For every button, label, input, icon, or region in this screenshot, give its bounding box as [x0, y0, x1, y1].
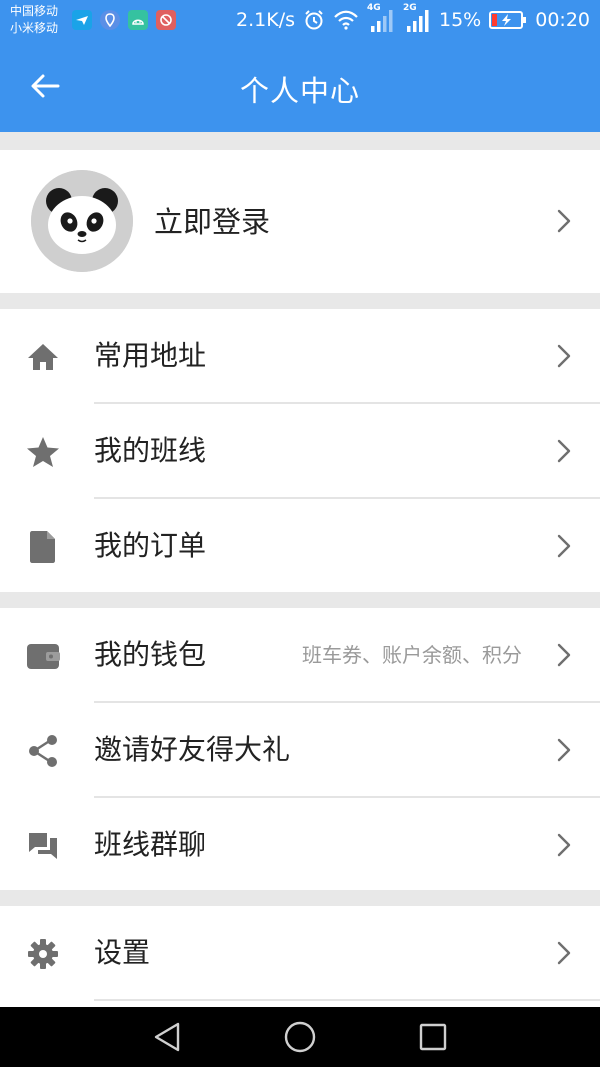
- home-circle-icon: [284, 1021, 316, 1053]
- carrier-2: 小米移动: [10, 21, 59, 35]
- carrier-info: 中国移动 小米移动: [10, 3, 58, 37]
- status-bar: 中国移动 小米移动 2.1K/s 4G 2G 15% 00:20: [0, 0, 600, 40]
- menu-item-wallet[interactable]: 我的钱包 班车券、账户余额、积分: [0, 608, 600, 702]
- divider: [94, 999, 600, 1001]
- nav-recents-button[interactable]: [403, 1015, 463, 1059]
- battery-percent: 15%: [439, 9, 482, 31]
- wallet-icon: [26, 639, 60, 673]
- chevron-right-icon: [557, 439, 571, 463]
- menu-group-1: 常用地址 我的班线 我的订单: [0, 309, 600, 592]
- menu-item-label: 我的班线: [94, 434, 207, 467]
- star-icon: [26, 435, 60, 469]
- chevron-right-icon: [557, 738, 571, 762]
- sim2-label: 2G: [403, 3, 417, 13]
- notification-icons: [72, 10, 176, 30]
- chevron-right-icon: [557, 941, 571, 965]
- signal-sim1-icon: 4G: [367, 3, 395, 33]
- profile-card[interactable]: 立即登录: [0, 150, 600, 293]
- chevron-right-icon: [557, 209, 571, 233]
- chat-icon: [26, 829, 60, 863]
- nav-home-button[interactable]: [270, 1015, 330, 1059]
- chevron-right-icon: [557, 534, 571, 558]
- tt-bird-icon: [72, 10, 92, 30]
- share-icon: [26, 734, 60, 768]
- net-speed: 2.1K/s: [236, 9, 295, 31]
- wifi-icon: [333, 10, 359, 30]
- menu-item-label: 常用地址: [94, 339, 207, 372]
- menu-item-settings[interactable]: 设置: [0, 906, 600, 1000]
- wallet-description: 班车券、账户余额、积分: [302, 643, 522, 667]
- menu-group-2: 我的钱包 班车券、账户余额、积分 邀请好友得大礼 班线群聊: [0, 608, 600, 890]
- app-header: 个人中心: [0, 40, 600, 132]
- menu-item-my-orders[interactable]: 我的订单: [0, 499, 600, 593]
- battery-charging-icon: [489, 10, 527, 30]
- panda-avatar-icon: [31, 170, 133, 272]
- chevron-right-icon: [557, 833, 571, 857]
- menu-item-addresses[interactable]: 常用地址: [0, 309, 600, 403]
- login-label: 立即登录: [154, 205, 271, 239]
- menu-item-label: 我的钱包: [94, 638, 207, 671]
- status-indicators: 2.1K/s 4G 2G 15% 00:20: [236, 3, 590, 34]
- menu-item-my-routes[interactable]: 我的班线: [0, 404, 600, 498]
- location-pin-icon: [100, 10, 120, 30]
- menu-group-3: 设置: [0, 906, 600, 1007]
- clock: 00:20: [535, 9, 590, 31]
- menu-item-label: 邀请好友得大礼: [94, 733, 291, 766]
- recents-square-icon: [419, 1023, 447, 1051]
- chevron-right-icon: [557, 344, 571, 368]
- content-area: 立即登录 常用地址 我的班线 我的订单 我的钱包 班车券、账户余额、积分 邀请好…: [0, 132, 600, 1007]
- document-icon: [26, 530, 60, 564]
- menu-item-invite-friends[interactable]: 邀请好友得大礼: [0, 703, 600, 797]
- nav-back-button[interactable]: [137, 1015, 197, 1059]
- menu-item-label: 班线群聊: [94, 828, 207, 861]
- page-title: 个人中心: [239, 74, 360, 108]
- chevron-right-icon: [557, 643, 571, 667]
- android-icon: [128, 10, 148, 30]
- blocked-app-icon: [156, 10, 176, 30]
- menu-item-label: 设置: [94, 936, 151, 969]
- menu-item-group-chat[interactable]: 班线群聊: [0, 798, 600, 892]
- sim1-label: 4G: [367, 3, 381, 13]
- menu-item-label: 我的订单: [94, 529, 207, 562]
- home-icon: [26, 340, 60, 374]
- system-nav-bar: [0, 1007, 600, 1067]
- gear-icon: [26, 937, 60, 971]
- signal-sim2-icon: 2G: [403, 3, 431, 33]
- carrier-1: 中国移动: [10, 4, 59, 18]
- alarm-icon: [303, 9, 325, 31]
- back-triangle-icon: [154, 1022, 180, 1052]
